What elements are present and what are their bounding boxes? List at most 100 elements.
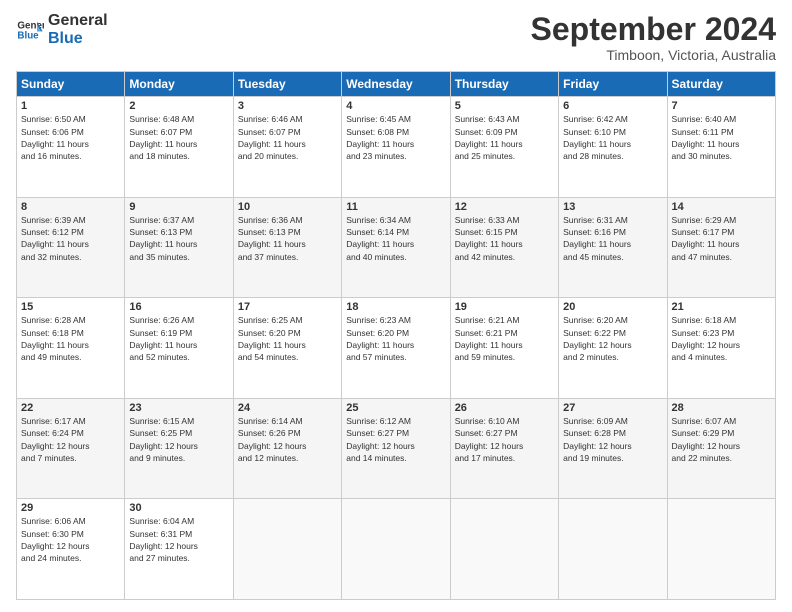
day-info: Sunrise: 6:42 AM Sunset: 6:10 PM Dayligh… xyxy=(563,113,662,162)
calendar-cell: 14Sunrise: 6:29 AM Sunset: 6:17 PM Dayli… xyxy=(667,197,775,298)
day-info: Sunrise: 6:31 AM Sunset: 6:16 PM Dayligh… xyxy=(563,214,662,263)
logo-icon: General Blue xyxy=(16,16,44,44)
calendar-cell: 3Sunrise: 6:46 AM Sunset: 6:07 PM Daylig… xyxy=(233,97,341,198)
col-header-wednesday: Wednesday xyxy=(342,72,450,97)
calendar-cell xyxy=(233,499,341,600)
day-number: 13 xyxy=(563,201,662,213)
day-number: 5 xyxy=(455,100,554,112)
day-info: Sunrise: 6:14 AM Sunset: 6:26 PM Dayligh… xyxy=(238,415,337,464)
day-number: 24 xyxy=(238,402,337,414)
day-info: Sunrise: 6:37 AM Sunset: 6:13 PM Dayligh… xyxy=(129,214,228,263)
logo: General Blue General Blue xyxy=(16,12,108,47)
col-header-monday: Monday xyxy=(125,72,233,97)
day-number: 17 xyxy=(238,301,337,313)
day-info: Sunrise: 6:43 AM Sunset: 6:09 PM Dayligh… xyxy=(455,113,554,162)
day-number: 28 xyxy=(672,402,771,414)
col-header-sunday: Sunday xyxy=(17,72,125,97)
calendar-cell: 30Sunrise: 6:04 AM Sunset: 6:31 PM Dayli… xyxy=(125,499,233,600)
week-row-3: 15Sunrise: 6:28 AM Sunset: 6:18 PM Dayli… xyxy=(17,298,776,399)
day-info: Sunrise: 6:15 AM Sunset: 6:25 PM Dayligh… xyxy=(129,415,228,464)
day-info: Sunrise: 6:48 AM Sunset: 6:07 PM Dayligh… xyxy=(129,113,228,162)
day-number: 27 xyxy=(563,402,662,414)
calendar-cell: 21Sunrise: 6:18 AM Sunset: 6:23 PM Dayli… xyxy=(667,298,775,399)
week-row-5: 29Sunrise: 6:06 AM Sunset: 6:30 PM Dayli… xyxy=(17,499,776,600)
day-info: Sunrise: 6:29 AM Sunset: 6:17 PM Dayligh… xyxy=(672,214,771,263)
calendar-cell: 27Sunrise: 6:09 AM Sunset: 6:28 PM Dayli… xyxy=(559,398,667,499)
day-number: 14 xyxy=(672,201,771,213)
day-info: Sunrise: 6:20 AM Sunset: 6:22 PM Dayligh… xyxy=(563,314,662,363)
calendar-cell: 26Sunrise: 6:10 AM Sunset: 6:27 PM Dayli… xyxy=(450,398,558,499)
day-number: 19 xyxy=(455,301,554,313)
calendar-cell: 23Sunrise: 6:15 AM Sunset: 6:25 PM Dayli… xyxy=(125,398,233,499)
col-header-saturday: Saturday xyxy=(667,72,775,97)
col-header-thursday: Thursday xyxy=(450,72,558,97)
day-info: Sunrise: 6:04 AM Sunset: 6:31 PM Dayligh… xyxy=(129,515,228,564)
calendar-cell: 19Sunrise: 6:21 AM Sunset: 6:21 PM Dayli… xyxy=(450,298,558,399)
calendar-cell xyxy=(342,499,450,600)
day-info: Sunrise: 6:23 AM Sunset: 6:20 PM Dayligh… xyxy=(346,314,445,363)
day-info: Sunrise: 6:17 AM Sunset: 6:24 PM Dayligh… xyxy=(21,415,120,464)
day-number: 4 xyxy=(346,100,445,112)
day-info: Sunrise: 6:50 AM Sunset: 6:06 PM Dayligh… xyxy=(21,113,120,162)
calendar-cell: 1Sunrise: 6:50 AM Sunset: 6:06 PM Daylig… xyxy=(17,97,125,198)
day-number: 23 xyxy=(129,402,228,414)
page: General Blue General Blue September 2024… xyxy=(0,0,792,612)
week-row-4: 22Sunrise: 6:17 AM Sunset: 6:24 PM Dayli… xyxy=(17,398,776,499)
month-title: September 2024 xyxy=(531,12,776,47)
col-header-tuesday: Tuesday xyxy=(233,72,341,97)
day-number: 30 xyxy=(129,502,228,514)
calendar-cell: 4Sunrise: 6:45 AM Sunset: 6:08 PM Daylig… xyxy=(342,97,450,198)
day-number: 7 xyxy=(672,100,771,112)
day-info: Sunrise: 6:36 AM Sunset: 6:13 PM Dayligh… xyxy=(238,214,337,263)
day-number: 22 xyxy=(21,402,120,414)
calendar-cell: 22Sunrise: 6:17 AM Sunset: 6:24 PM Dayli… xyxy=(17,398,125,499)
day-info: Sunrise: 6:46 AM Sunset: 6:07 PM Dayligh… xyxy=(238,113,337,162)
day-number: 3 xyxy=(238,100,337,112)
calendar-cell: 13Sunrise: 6:31 AM Sunset: 6:16 PM Dayli… xyxy=(559,197,667,298)
title-block: September 2024 Timboon, Victoria, Austra… xyxy=(531,12,776,63)
day-number: 21 xyxy=(672,301,771,313)
day-number: 26 xyxy=(455,402,554,414)
calendar-cell xyxy=(559,499,667,600)
calendar-cell xyxy=(667,499,775,600)
calendar-cell: 20Sunrise: 6:20 AM Sunset: 6:22 PM Dayli… xyxy=(559,298,667,399)
day-number: 12 xyxy=(455,201,554,213)
day-number: 15 xyxy=(21,301,120,313)
calendar-cell: 6Sunrise: 6:42 AM Sunset: 6:10 PM Daylig… xyxy=(559,97,667,198)
day-number: 1 xyxy=(21,100,120,112)
calendar-cell xyxy=(450,499,558,600)
calendar-cell: 11Sunrise: 6:34 AM Sunset: 6:14 PM Dayli… xyxy=(342,197,450,298)
day-number: 25 xyxy=(346,402,445,414)
calendar-cell: 16Sunrise: 6:26 AM Sunset: 6:19 PM Dayli… xyxy=(125,298,233,399)
day-info: Sunrise: 6:10 AM Sunset: 6:27 PM Dayligh… xyxy=(455,415,554,464)
calendar-cell: 18Sunrise: 6:23 AM Sunset: 6:20 PM Dayli… xyxy=(342,298,450,399)
day-info: Sunrise: 6:45 AM Sunset: 6:08 PM Dayligh… xyxy=(346,113,445,162)
calendar-cell: 25Sunrise: 6:12 AM Sunset: 6:27 PM Dayli… xyxy=(342,398,450,499)
location: Timboon, Victoria, Australia xyxy=(531,47,776,63)
day-info: Sunrise: 6:39 AM Sunset: 6:12 PM Dayligh… xyxy=(21,214,120,263)
day-info: Sunrise: 6:26 AM Sunset: 6:19 PM Dayligh… xyxy=(129,314,228,363)
day-number: 10 xyxy=(238,201,337,213)
day-info: Sunrise: 6:40 AM Sunset: 6:11 PM Dayligh… xyxy=(672,113,771,162)
logo-blue: Blue xyxy=(48,30,108,48)
day-number: 6 xyxy=(563,100,662,112)
day-info: Sunrise: 6:07 AM Sunset: 6:29 PM Dayligh… xyxy=(672,415,771,464)
day-info: Sunrise: 6:25 AM Sunset: 6:20 PM Dayligh… xyxy=(238,314,337,363)
day-info: Sunrise: 6:06 AM Sunset: 6:30 PM Dayligh… xyxy=(21,515,120,564)
calendar-cell: 17Sunrise: 6:25 AM Sunset: 6:20 PM Dayli… xyxy=(233,298,341,399)
day-number: 9 xyxy=(129,201,228,213)
day-info: Sunrise: 6:28 AM Sunset: 6:18 PM Dayligh… xyxy=(21,314,120,363)
calendar-cell: 15Sunrise: 6:28 AM Sunset: 6:18 PM Dayli… xyxy=(17,298,125,399)
day-info: Sunrise: 6:21 AM Sunset: 6:21 PM Dayligh… xyxy=(455,314,554,363)
col-header-friday: Friday xyxy=(559,72,667,97)
day-number: 8 xyxy=(21,201,120,213)
day-number: 18 xyxy=(346,301,445,313)
calendar-cell: 10Sunrise: 6:36 AM Sunset: 6:13 PM Dayli… xyxy=(233,197,341,298)
day-number: 16 xyxy=(129,301,228,313)
calendar-cell: 28Sunrise: 6:07 AM Sunset: 6:29 PM Dayli… xyxy=(667,398,775,499)
header-row: SundayMondayTuesdayWednesdayThursdayFrid… xyxy=(17,72,776,97)
day-info: Sunrise: 6:12 AM Sunset: 6:27 PM Dayligh… xyxy=(346,415,445,464)
header: General Blue General Blue September 2024… xyxy=(16,12,776,63)
day-info: Sunrise: 6:33 AM Sunset: 6:15 PM Dayligh… xyxy=(455,214,554,263)
calendar-cell: 29Sunrise: 6:06 AM Sunset: 6:30 PM Dayli… xyxy=(17,499,125,600)
